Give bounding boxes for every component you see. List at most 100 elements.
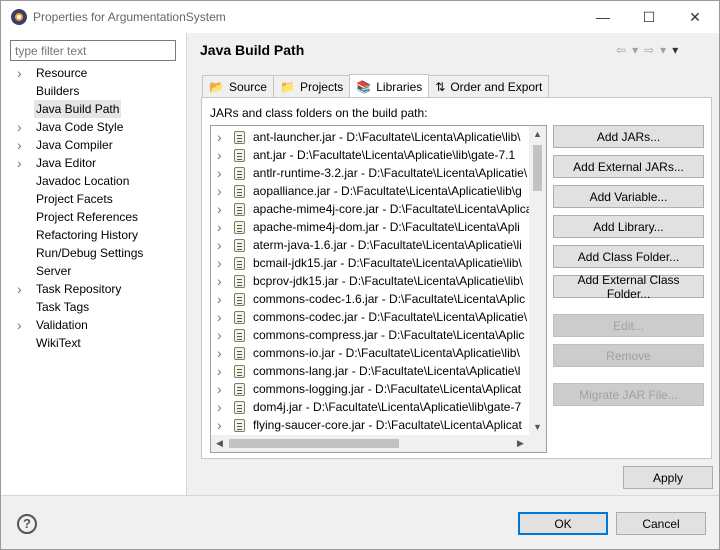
tab-libraries[interactable]: 📚 Libraries xyxy=(349,74,430,98)
tree-item-task-tags[interactable]: Task Tags xyxy=(1,298,187,316)
jar-list-item[interactable]: › commons-io.jar - D:\Facultate\Licenta\A… xyxy=(211,344,531,362)
add-external-jars-button[interactable]: Add External JARs... xyxy=(553,155,704,178)
expand-chevron-icon[interactable]: › xyxy=(217,308,222,326)
minimize-button[interactable]: — xyxy=(580,1,626,33)
expand-chevron-icon[interactable]: › xyxy=(217,398,222,416)
jars-list[interactable]: › ant-launcher.jar - D:\Facultate\Licenta… xyxy=(210,125,547,453)
back-arrow-icon[interactable]: ⇦ xyxy=(616,43,626,57)
jar-list-item[interactable]: › bcprov-jdk15.jar - D:\Facultate\Licenta… xyxy=(211,272,531,290)
vertical-scrollbar[interactable]: ▲ ▼ xyxy=(529,126,546,436)
expand-chevron-icon[interactable]: › xyxy=(17,280,27,298)
add-class-folder-button[interactable]: Add Class Folder... xyxy=(553,245,704,268)
jar-list-item[interactable]: › commons-codec-1.6.jar - D:\Facultate\Li… xyxy=(211,290,531,308)
expand-chevron-icon[interactable]: › xyxy=(217,146,222,164)
ok-button[interactable]: OK xyxy=(518,512,608,535)
tree-item-java-code-style[interactable]: › Java Code Style xyxy=(1,118,187,136)
add-library-button[interactable]: Add Library... xyxy=(553,215,704,238)
apply-button[interactable]: Apply xyxy=(623,466,713,489)
help-icon[interactable]: ? xyxy=(17,514,37,534)
view-menu-icon[interactable]: ▾ xyxy=(672,43,678,57)
tree-item-validation[interactable]: › Validation xyxy=(1,316,187,334)
jar-list-item[interactable]: › aterm-java-1.6.jar - D:\Facultate\Licen… xyxy=(211,236,531,254)
jar-list-item[interactable]: › flying-saucer-core.jar - D:\Facultate\L… xyxy=(211,416,531,434)
horizontal-scrollbar[interactable]: ◀ ▶ xyxy=(211,435,546,452)
expand-chevron-icon[interactable]: › xyxy=(17,316,27,334)
properties-content: Java Build Path ⇦ ▾ ⇨ ▾ ▾ 📂 Source 📁 Projec… xyxy=(188,33,719,495)
expand-chevron-icon[interactable]: › xyxy=(217,290,222,308)
expand-chevron-icon[interactable]: › xyxy=(217,272,222,290)
scroll-left-icon[interactable]: ◀ xyxy=(211,435,228,452)
jar-path-label: commons-io.jar - D:\Facultate\Licenta\Ap… xyxy=(253,346,520,360)
expand-chevron-icon[interactable]: › xyxy=(17,64,27,82)
expand-chevron-icon[interactable]: › xyxy=(217,254,222,272)
jar-list-item[interactable]: › antlr-runtime-3.2.jar - D:\Facultate\Li… xyxy=(211,164,531,182)
scroll-right-icon[interactable]: ▶ xyxy=(512,435,529,452)
vertical-scroll-thumb[interactable] xyxy=(533,145,542,191)
add-external-class-folder-button[interactable]: Add External Class Folder... xyxy=(553,273,704,301)
jar-list-item[interactable]: › apache-mime4j-core.jar - D:\Facultate\L… xyxy=(211,200,531,218)
build-path-tabs: 📂 Source 📁 Projects 📚 Libraries ⇅ Order and Exp… xyxy=(202,74,550,98)
expand-chevron-icon[interactable]: › xyxy=(217,344,222,362)
jar-file-icon xyxy=(234,311,245,324)
jar-list-item[interactable]: › dom4j.jar - D:\Facultate\Licenta\Aplica… xyxy=(211,398,531,416)
jar-path-label: apache-mime4j-dom.jar - D:\Facultate\Lic… xyxy=(253,220,520,234)
tab-projects[interactable]: 📁 Projects xyxy=(272,75,351,98)
scroll-down-icon[interactable]: ▼ xyxy=(529,419,546,436)
tree-item-project-references[interactable]: Project References xyxy=(1,208,187,226)
tree-item-run-debug-settings[interactable]: Run/Debug Settings xyxy=(1,244,187,262)
back-menu-chevron-icon[interactable]: ▾ xyxy=(632,43,638,57)
expand-chevron-icon[interactable]: › xyxy=(17,118,27,136)
jar-list-item[interactable]: › apache-mime4j-dom.jar - D:\Facultate\Li… xyxy=(211,218,531,236)
jar-list-item[interactable]: › commons-codec.jar - D:\Facultate\Licent… xyxy=(211,308,531,326)
filter-input[interactable] xyxy=(10,40,176,61)
tree-item-java-build-path[interactable]: Java Build Path xyxy=(1,100,187,118)
expand-chevron-icon[interactable]: › xyxy=(217,236,222,254)
forward-menu-chevron-icon[interactable]: ▾ xyxy=(660,43,666,57)
tree-item-javadoc-location[interactable]: Javadoc Location xyxy=(1,172,187,190)
tree-item-builders[interactable]: Builders xyxy=(1,82,187,100)
forward-arrow-icon[interactable]: ⇨ xyxy=(644,43,654,57)
migrate-jar-button[interactable]: Migrate JAR File... xyxy=(553,383,704,406)
edit-button[interactable]: Edit... xyxy=(553,314,704,337)
jar-list-item[interactable]: › ant.jar - D:\Facultate\Licenta\Aplicati… xyxy=(211,146,531,164)
tab-source[interactable]: 📂 Source xyxy=(202,75,274,98)
jar-list-item[interactable]: › commons-compress.jar - D:\Facultate\Lic… xyxy=(211,326,531,344)
tree-item-java-compiler[interactable]: › Java Compiler xyxy=(1,136,187,154)
jar-list-item[interactable]: › bcmail-jdk15.jar - D:\Facultate\Licenta… xyxy=(211,254,531,272)
jar-file-icon xyxy=(234,419,245,432)
expand-chevron-icon[interactable]: › xyxy=(217,326,222,344)
tree-item-task-repository[interactable]: › Task Repository xyxy=(1,280,187,298)
properties-tree: › Resource Builders Java Build Path › Java Co… xyxy=(1,64,187,352)
tree-item-wikitext[interactable]: WikiText xyxy=(1,334,187,352)
tree-item-project-facets[interactable]: Project Facets xyxy=(1,190,187,208)
expand-chevron-icon[interactable]: › xyxy=(217,362,222,380)
jar-list-item[interactable]: › aopalliance.jar - D:\Facultate\Licenta\… xyxy=(211,182,531,200)
tree-item-java-editor[interactable]: › Java Editor xyxy=(1,154,187,172)
maximize-button[interactable]: ☐ xyxy=(626,1,672,33)
remove-button[interactable]: Remove xyxy=(553,344,704,367)
expand-chevron-icon[interactable]: › xyxy=(217,200,222,218)
tab-order-and-export[interactable]: ⇅ Order and Export xyxy=(428,75,550,98)
expand-chevron-icon[interactable]: › xyxy=(217,182,222,200)
jar-list-item[interactable]: › ant-launcher.jar - D:\Facultate\Licenta… xyxy=(211,128,531,146)
expand-chevron-icon[interactable]: › xyxy=(217,380,222,398)
tree-item-server[interactable]: Server xyxy=(1,262,187,280)
expand-chevron-icon[interactable]: › xyxy=(217,416,222,434)
jar-file-icon xyxy=(234,401,245,414)
expand-chevron-icon[interactable]: › xyxy=(17,154,27,172)
tree-item-resource[interactable]: › Resource xyxy=(1,64,187,82)
jar-file-icon xyxy=(234,293,245,306)
jar-list-item[interactable]: › commons-logging.jar - D:\Facultate\Lice… xyxy=(211,380,531,398)
add-jars-button[interactable]: Add JARs... xyxy=(553,125,704,148)
expand-chevron-icon[interactable]: › xyxy=(217,218,222,236)
add-variable-button[interactable]: Add Variable... xyxy=(553,185,704,208)
close-button[interactable]: ✕ xyxy=(672,1,718,33)
expand-chevron-icon[interactable]: › xyxy=(17,136,27,154)
cancel-button[interactable]: Cancel xyxy=(616,512,706,535)
expand-chevron-icon[interactable]: › xyxy=(217,164,222,182)
horizontal-scroll-thumb[interactable] xyxy=(229,439,399,448)
tree-item-refactoring-history[interactable]: Refactoring History xyxy=(1,226,187,244)
scroll-up-icon[interactable]: ▲ xyxy=(529,126,546,143)
expand-chevron-icon[interactable]: › xyxy=(217,128,222,146)
jar-list-item[interactable]: › commons-lang.jar - D:\Facultate\Licenta… xyxy=(211,362,531,380)
